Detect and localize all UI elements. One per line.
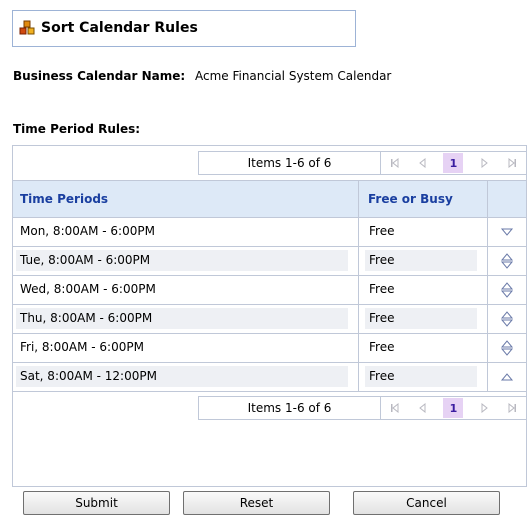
items-count: Items 1-6 of 6 <box>199 152 381 174</box>
table-row: Sat, 8:00AM - 12:00PM Free <box>13 363 526 392</box>
time-period-cell: Tue, 8:00AM - 6:00PM <box>16 250 348 271</box>
pager-bottom: Items 1-6 of 6 1 <box>198 396 527 420</box>
first-page-icon[interactable] <box>388 401 402 415</box>
table-row: Wed, 8:00AM - 6:00PM Free <box>13 276 526 305</box>
submit-button[interactable]: Submit <box>23 491 170 515</box>
calendar-rules-icon <box>19 20 35 35</box>
next-page-icon[interactable] <box>477 401 491 415</box>
business-calendar-line: Business Calendar Name: Acme Financial S… <box>13 69 391 83</box>
move-up-down-icon[interactable] <box>496 282 518 298</box>
last-page-icon[interactable] <box>505 401 519 415</box>
move-up-down-icon[interactable] <box>496 340 518 356</box>
time-period-cell: Mon, 8:00AM - 6:00PM <box>16 221 348 242</box>
col-header-time-periods[interactable]: Time Periods <box>20 192 108 206</box>
free-busy-cell: Free <box>365 337 477 358</box>
pager-nav: 1 <box>381 397 526 419</box>
cancel-button[interactable]: Cancel <box>353 491 500 515</box>
time-period-cell: Thu, 8:00AM - 6:00PM <box>16 308 348 329</box>
time-period-cell: Sat, 8:00AM - 12:00PM <box>16 366 348 387</box>
prev-page-icon[interactable] <box>416 401 430 415</box>
time-period-rules-label: Time Period Rules: <box>13 122 141 136</box>
page-title-box: Sort Calendar Rules <box>12 10 356 47</box>
table-row: Fri, 8:00AM - 6:00PM Free <box>13 334 526 363</box>
free-busy-cell: Free <box>365 279 477 300</box>
page-title: Sort Calendar Rules <box>41 20 198 36</box>
current-page-button[interactable]: 1 <box>443 153 464 173</box>
col-header-free-or-busy[interactable]: Free or Busy <box>368 192 453 206</box>
move-down-icon[interactable] <box>496 224 518 240</box>
rules-table: Items 1-6 of 6 1 Time Periods Free or Bu… <box>12 145 527 487</box>
next-page-icon[interactable] <box>477 156 491 170</box>
pager-top: Items 1-6 of 6 1 <box>198 151 527 175</box>
business-calendar-label: Business Calendar Name: <box>13 69 186 83</box>
reset-button[interactable]: Reset <box>183 491 330 515</box>
free-busy-cell: Free <box>365 366 477 387</box>
free-busy-cell: Free <box>365 250 477 271</box>
time-period-cell: Wed, 8:00AM - 6:00PM <box>16 279 348 300</box>
prev-page-icon[interactable] <box>416 156 430 170</box>
table-row: Thu, 8:00AM - 6:00PM Free <box>13 305 526 334</box>
free-busy-cell: Free <box>365 221 477 242</box>
items-count: Items 1-6 of 6 <box>199 397 381 419</box>
first-page-icon[interactable] <box>388 156 402 170</box>
current-page-button[interactable]: 1 <box>443 398 464 418</box>
move-up-down-icon[interactable] <box>496 253 518 269</box>
table-header: Time Periods Free or Busy <box>13 180 526 218</box>
move-up-down-icon[interactable] <box>496 311 518 327</box>
table-row: Mon, 8:00AM - 6:00PM Free <box>13 218 526 247</box>
business-calendar-value: Acme Financial System Calendar <box>194 69 392 83</box>
time-period-cell: Fri, 8:00AM - 6:00PM <box>16 337 348 358</box>
table-row: Tue, 8:00AM - 6:00PM Free <box>13 247 526 276</box>
free-busy-cell: Free <box>365 308 477 329</box>
pager-nav: 1 <box>381 152 526 174</box>
last-page-icon[interactable] <box>505 156 519 170</box>
move-up-icon[interactable] <box>496 369 518 385</box>
